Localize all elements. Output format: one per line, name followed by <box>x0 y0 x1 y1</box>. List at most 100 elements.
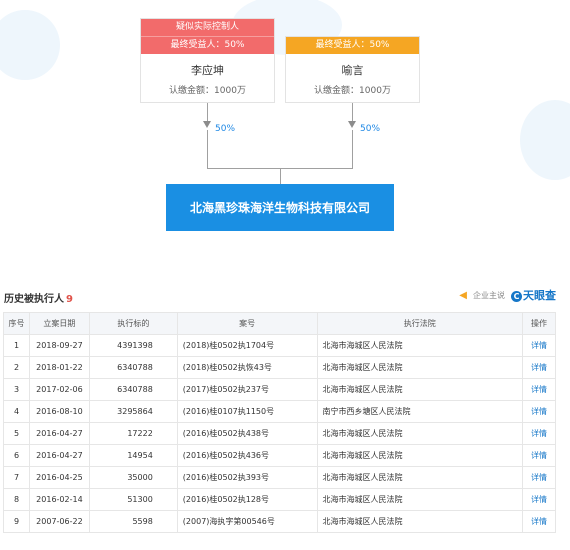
court-name: 北海市海城区人民法院 <box>316 356 524 379</box>
connector-line <box>207 103 208 123</box>
row-index: 9 <box>3 510 30 533</box>
col-header: 执行标的 <box>88 312 178 335</box>
case-number: (2016)桂0502执128号 <box>176 488 318 511</box>
holder-name[interactable]: 喻言 <box>286 62 419 78</box>
connector-line <box>352 103 353 123</box>
holder-amount: 认缴金额：1000万 <box>169 86 246 96</box>
row-index: 4 <box>3 400 30 423</box>
filing-date: 2017-02-06 <box>28 378 90 401</box>
holder-card-2[interactable]: 最终受益人：50% 喻言 认缴金额：1000万 <box>285 36 420 103</box>
connector-line <box>280 168 281 184</box>
detail-link[interactable]: 详情 <box>522 466 556 489</box>
col-header: 序号 <box>3 312 30 335</box>
execution-amount: 14954 <box>88 444 178 467</box>
row-index: 1 <box>3 334 30 357</box>
share-percentage: 50% <box>360 124 381 134</box>
section-title-text: 历史被执行人 <box>4 294 64 305</box>
table-row[interactable]: 1 2018-09-27 4391398 (2018)桂0502执1704号 北海市海城… <box>3 334 556 357</box>
execution-amount: 35000 <box>88 466 178 489</box>
court-name: 北海市海城区人民法院 <box>316 444 524 467</box>
section-title: 历史被执行人 9 <box>4 290 73 305</box>
court-name: 北海市海城区人民法院 <box>316 334 524 357</box>
table-row[interactable]: 7 2016-04-25 35000 (2016)桂0502执393号 北海市海城区人民… <box>3 466 556 489</box>
table-row[interactable]: 5 2016-04-27 17222 (2016)桂0502执438号 北海市海城区人民… <box>3 422 556 445</box>
filing-date: 2016-04-27 <box>28 444 90 467</box>
speaker-icon: ◀ <box>459 289 467 301</box>
court-name: 北海市海城区人民法院 <box>316 466 524 489</box>
execution-amount: 3295864 <box>88 400 178 423</box>
case-number: (2017)桂0502执237号 <box>176 378 318 401</box>
filing-date: 2018-09-27 <box>28 334 90 357</box>
col-header: 案号 <box>176 312 318 335</box>
court-name: 北海市海城区人民法院 <box>316 422 524 445</box>
record-count: 9 <box>66 294 73 305</box>
execution-amount: 6340788 <box>88 356 178 379</box>
arrow-down-icon <box>348 121 356 128</box>
court-name: 北海市海城区人民法院 <box>316 510 524 533</box>
row-index: 8 <box>3 488 30 511</box>
filing-date: 2016-04-25 <box>28 466 90 489</box>
row-index: 3 <box>3 378 30 401</box>
execution-amount: 4391398 <box>88 334 178 357</box>
case-number: (2007)海执字第00546号 <box>176 510 318 533</box>
col-header: 立案日期 <box>28 312 90 335</box>
col-header: 执行法院 <box>316 312 524 335</box>
executed-person-table: 序号 立案日期 执行标的 案号 执行法院 操作 1 2018-09-27 43913… <box>3 312 556 533</box>
court-name: 南宁市西乡塘区人民法院 <box>316 400 524 423</box>
case-number: (2018)桂0502执恢43号 <box>176 356 318 379</box>
connector-line <box>352 130 353 168</box>
share-percentage: 50% <box>215 124 236 134</box>
detail-link[interactable]: 详情 <box>522 422 556 445</box>
detail-link[interactable]: 详情 <box>522 488 556 511</box>
filing-date: 2016-08-10 <box>28 400 90 423</box>
table-row[interactable]: 4 2016-08-10 3295864 (2016)桂0107执1150号 南宁市西乡… <box>3 400 556 423</box>
row-index: 2 <box>3 356 30 379</box>
table-row[interactable]: 6 2016-04-27 14954 (2016)桂0502执436号 北海市海城区人民… <box>3 444 556 467</box>
arrow-down-icon <box>203 121 211 128</box>
case-number: (2016)桂0502执436号 <box>176 444 318 467</box>
holder-name[interactable]: 李应坤 <box>141 62 274 78</box>
logo-mark-icon: C <box>511 290 522 302</box>
tianyancha-logo: C 天眼查 <box>511 287 556 303</box>
execution-amount: 5598 <box>88 510 178 533</box>
filing-date: 2016-02-14 <box>28 488 90 511</box>
table-row[interactable]: 8 2016-02-14 51300 (2016)桂0502执128号 北海市海城区人民… <box>3 488 556 511</box>
table-header-row: 序号 立案日期 执行标的 案号 执行法院 操作 <box>3 312 556 335</box>
detail-link[interactable]: 详情 <box>522 510 556 533</box>
company-box[interactable]: 北海黑珍珠海洋生物科技有限公司 <box>166 184 394 231</box>
connector-line <box>207 130 208 168</box>
table-row[interactable]: 3 2017-02-06 6340788 (2017)桂0502执237号 北海市海城区… <box>3 378 556 401</box>
detail-link[interactable]: 详情 <box>522 334 556 357</box>
table-row[interactable]: 2 2018-01-22 6340788 (2018)桂0502执恢43号 北海市海城区… <box>3 356 556 379</box>
case-number: (2016)桂0107执1150号 <box>176 400 318 423</box>
col-header: 操作 <box>522 312 556 335</box>
case-number: (2016)桂0502执438号 <box>176 422 318 445</box>
filing-date: 2018-01-22 <box>28 356 90 379</box>
holder-amount: 认缴金额：1000万 <box>314 86 391 96</box>
owner-says-link[interactable]: 企业主说 <box>473 290 505 301</box>
watermark-logo <box>0 10 60 80</box>
execution-amount: 17222 <box>88 422 178 445</box>
beneficiary-badge: 最终受益人：50% <box>141 36 274 54</box>
case-number: (2016)桂0502执393号 <box>176 466 318 489</box>
row-index: 5 <box>3 422 30 445</box>
execution-amount: 6340788 <box>88 378 178 401</box>
row-index: 6 <box>3 444 30 467</box>
court-name: 北海市海城区人民法院 <box>316 378 524 401</box>
row-index: 7 <box>3 466 30 489</box>
actual-controller-badge: 疑似实际控制人 <box>141 19 274 36</box>
holder-card-1[interactable]: 疑似实际控制人 最终受益人：50% 李应坤 认缴金额：1000万 <box>140 18 275 103</box>
beneficiary-badge: 最终受益人：50% <box>286 37 419 54</box>
case-number: (2018)桂0502执1704号 <box>176 334 318 357</box>
execution-amount: 51300 <box>88 488 178 511</box>
detail-link[interactable]: 详情 <box>522 400 556 423</box>
watermark-logo <box>520 100 570 180</box>
detail-link[interactable]: 详情 <box>522 378 556 401</box>
table-row[interactable]: 9 2007-06-22 5598 (2007)海执字第00546号 北海市海城区人民法… <box>3 510 556 533</box>
detail-link[interactable]: 详情 <box>522 444 556 467</box>
detail-link[interactable]: 详情 <box>522 356 556 379</box>
filing-date: 2007-06-22 <box>28 510 90 533</box>
court-name: 北海市海城区人民法院 <box>316 488 524 511</box>
brand-area: ◀ 企业主说 C 天眼查 <box>459 287 556 303</box>
filing-date: 2016-04-27 <box>28 422 90 445</box>
